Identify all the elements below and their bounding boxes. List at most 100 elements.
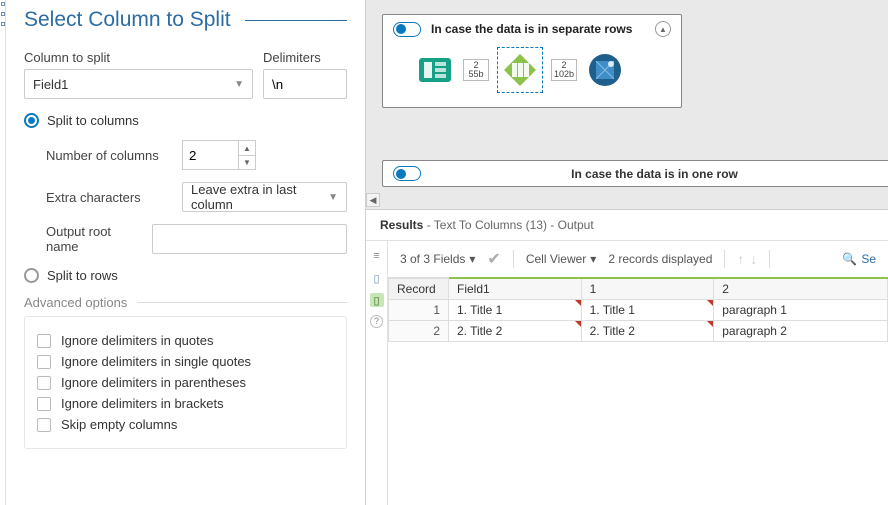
checkbox-icon: [37, 418, 51, 432]
number-of-columns-spinner[interactable]: ▲ ▼: [182, 140, 256, 170]
results-label: Results: [380, 218, 423, 232]
column-to-split-value: Field1: [33, 77, 68, 92]
number-of-columns-input[interactable]: [182, 140, 238, 170]
number-of-columns-label: Number of columns: [46, 148, 166, 163]
extra-characters-label: Extra characters: [46, 190, 166, 205]
skip-empty-label: Skip empty columns: [61, 417, 177, 432]
separator: [513, 250, 514, 268]
split-to-columns-radio[interactable]: Split to columns: [24, 113, 347, 128]
canvas-scroll-left-icon[interactable]: ◀: [366, 193, 380, 207]
cell-viewer-label: Cell Viewer: [526, 252, 586, 266]
right-pane: In case the data is in separate rows ▲ 2…: [366, 0, 888, 505]
results-search[interactable]: 🔍 Se: [842, 252, 876, 266]
container-toggle[interactable]: [393, 166, 421, 181]
extra-characters-value: Leave extra in last column: [191, 182, 328, 212]
column-to-split-label: Column to split: [24, 50, 253, 65]
fields-dropdown[interactable]: 3 of 3 Fields ▾: [400, 252, 475, 266]
results-gutter: ≡ ▯ ▯ ?: [366, 241, 388, 505]
col-1[interactable]: 1: [581, 278, 714, 300]
apply-check-icon[interactable]: ✔: [487, 249, 500, 269]
checkbox-icon: [37, 355, 51, 369]
selected-tool-frame: [497, 47, 543, 93]
ignore-paren-label: Ignore delimiters in parentheses: [61, 375, 246, 390]
title-rule: [245, 20, 347, 21]
arrow-down-icon[interactable]: ↓: [750, 251, 757, 267]
col-record[interactable]: Record: [389, 278, 449, 300]
ignore-brackets-label: Ignore delimiters in brackets: [61, 396, 224, 411]
col-field1[interactable]: Field1: [449, 278, 582, 300]
ignore-quotes-checkbox[interactable]: Ignore delimiters in quotes: [37, 333, 334, 348]
output-root-name-label: Output root name: [46, 224, 136, 254]
spinner-up-button[interactable]: ▲: [238, 140, 256, 155]
table-row[interactable]: 2 2. Title 2 2. Title 2 paragraph 2: [389, 321, 888, 342]
connection-badge-1[interactable]: 2 55b: [463, 59, 489, 81]
cell-1[interactable]: 2. Title 2: [581, 321, 714, 342]
split-to-rows-radio[interactable]: Split to rows: [24, 268, 347, 283]
table-row[interactable]: 1 1. Title 1 1. Title 1 paragraph 1: [389, 300, 888, 321]
chevron-down-icon: ▼: [234, 79, 244, 90]
conn1-size: 55b: [468, 70, 483, 79]
advanced-options-header: Advanced options: [24, 295, 347, 310]
column-to-split-select[interactable]: Field1 ▼: [24, 69, 253, 99]
delimiters-label: Delimiters: [263, 50, 347, 65]
separator: [724, 250, 725, 268]
panel-title: Select Column to Split: [24, 8, 347, 32]
cell-1[interactable]: 1. Title 1: [581, 300, 714, 321]
ignore-single-quotes-label: Ignore delimiters in single quotes: [61, 354, 251, 369]
ignore-brackets-checkbox[interactable]: Ignore delimiters in brackets: [37, 396, 334, 411]
arrow-up-icon[interactable]: ↑: [737, 251, 744, 267]
results-grid[interactable]: Record Field1 1 2 1 1. Title 1 1. Title …: [388, 277, 888, 342]
workflow-canvas[interactable]: In case the data is in separate rows ▲ 2…: [366, 0, 888, 210]
metadata-icon[interactable]: ▯: [370, 271, 384, 285]
cell-field1[interactable]: 1. Title 1: [449, 300, 582, 321]
container-separate-rows[interactable]: In case the data is in separate rows ▲ 2…: [382, 14, 682, 108]
cell-2[interactable]: paragraph 2: [714, 321, 888, 342]
advanced-options-label: Advanced options: [24, 295, 127, 310]
config-panel: Select Column to Split Column to split F…: [6, 0, 366, 505]
advanced-rule: [137, 302, 347, 303]
search-icon: 🔍: [842, 252, 857, 266]
container-one-row[interactable]: In case the data is in one row: [382, 160, 888, 187]
delimiters-input[interactable]: [263, 69, 347, 99]
text-to-columns-tool-icon[interactable]: [500, 50, 540, 90]
skip-empty-checkbox[interactable]: Skip empty columns: [37, 417, 334, 432]
messages-icon[interactable]: ≡: [370, 249, 384, 263]
caret-down-icon: ▾: [469, 252, 475, 266]
text-input-tool-icon[interactable]: [415, 50, 455, 90]
spinner-down-button[interactable]: ▼: [238, 155, 256, 170]
results-header: Results - Text To Columns (13) - Output: [366, 210, 888, 241]
cell-viewer-dropdown[interactable]: Cell Viewer ▾: [526, 252, 597, 266]
help-icon[interactable]: ?: [370, 315, 383, 328]
conn2-size: 102b: [554, 70, 574, 79]
separator: [769, 250, 770, 268]
records-displayed: 2 records displayed: [608, 252, 712, 266]
output-root-name-input[interactable]: [152, 224, 347, 254]
grid-header-row: Record Field1 1 2: [389, 278, 888, 300]
split-to-columns-label: Split to columns: [47, 113, 139, 128]
container2-title: In case the data is in one row: [431, 167, 878, 181]
radio-selected-icon: [24, 113, 39, 128]
container-collapse-icon[interactable]: ▲: [655, 21, 671, 37]
col-2[interactable]: 2: [714, 278, 888, 300]
panel-title-text: Select Column to Split: [24, 8, 231, 32]
checkbox-icon: [37, 397, 51, 411]
fields-dd-label: 3 of 3 Fields: [400, 252, 465, 266]
data-view-icon[interactable]: ▯: [370, 293, 384, 307]
cell-record: 1: [389, 300, 449, 321]
results-toolbar: 3 of 3 Fields ▾ ✔ Cell Viewer ▾ 2 record…: [388, 241, 888, 278]
chevron-down-icon: ▼: [328, 192, 338, 203]
extra-characters-select[interactable]: Leave extra in last column ▼: [182, 182, 347, 212]
caret-down-icon: ▾: [590, 252, 596, 266]
ignore-paren-checkbox[interactable]: Ignore delimiters in parentheses: [37, 375, 334, 390]
search-text: Se: [861, 252, 876, 266]
advanced-options-box: Ignore delimiters in quotes Ignore delim…: [24, 316, 347, 449]
container-toggle[interactable]: [393, 22, 421, 37]
cell-record: 2: [389, 321, 449, 342]
cell-field1[interactable]: 2. Title 2: [449, 321, 582, 342]
cell-2[interactable]: paragraph 1: [714, 300, 888, 321]
radio-unselected-icon: [24, 268, 39, 283]
results-source: - Text To Columns (13) - Output: [423, 218, 593, 232]
ignore-single-quotes-checkbox[interactable]: Ignore delimiters in single quotes: [37, 354, 334, 369]
browse-tool-icon[interactable]: [585, 50, 625, 90]
connection-badge-2[interactable]: 2 102b: [551, 59, 577, 81]
